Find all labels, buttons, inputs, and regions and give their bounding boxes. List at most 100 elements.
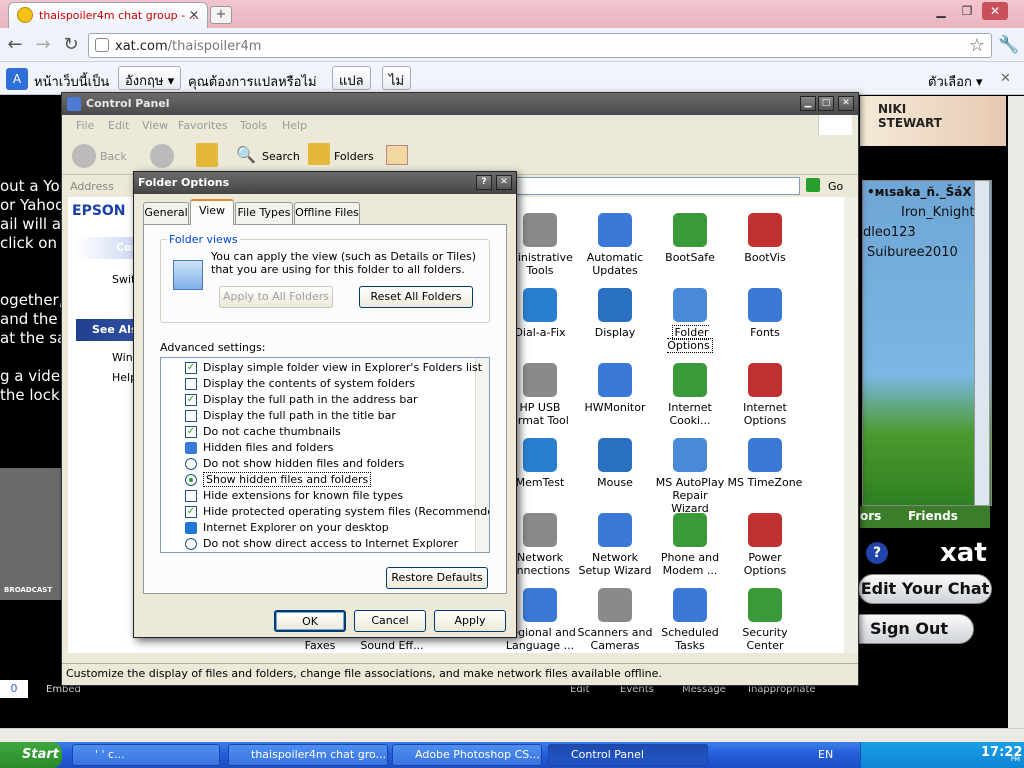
setting-radio[interactable] bbox=[185, 538, 197, 550]
search-icon[interactable]: 🔍 bbox=[236, 145, 256, 164]
setting-checkbox[interactable] bbox=[185, 378, 197, 390]
translate-options[interactable]: ตัวเลือก ▾ bbox=[928, 71, 983, 92]
taskbar-item-active[interactable]: Control Panel bbox=[548, 744, 708, 766]
tab-file-types[interactable]: File Types bbox=[235, 202, 293, 224]
setting-row[interactable]: ✓ Hide protected operating system files (… bbox=[185, 504, 489, 520]
cp-item[interactable]: Scanners and Cameras bbox=[577, 588, 653, 652]
close-translate-icon[interactable]: ✕ bbox=[1000, 71, 1011, 86]
forward-arrow-icon[interactable]: → bbox=[30, 33, 56, 57]
folders-label[interactable]: Folders bbox=[334, 150, 374, 163]
setting-radio[interactable] bbox=[185, 458, 197, 470]
setting-checkbox[interactable]: ✓ bbox=[185, 506, 197, 518]
setting-row[interactable]: Display the contents of system folders bbox=[185, 376, 415, 392]
start-button[interactable]: Start bbox=[0, 742, 62, 768]
setting-row[interactable]: Internet Explorer on your desktop bbox=[185, 520, 389, 536]
help-icon[interactable]: ? bbox=[476, 175, 492, 190]
browser-tab[interactable]: thaispoiler4m chat group - ... ✕ bbox=[8, 2, 208, 28]
taskbar-item[interactable]: ' ' c... bbox=[72, 744, 220, 766]
setting-checkbox[interactable]: ✓ bbox=[185, 394, 197, 406]
back-icon[interactable] bbox=[72, 144, 96, 168]
setting-row[interactable]: Show hidden files and folders bbox=[185, 472, 372, 488]
apply-button[interactable]: Apply bbox=[434, 610, 506, 632]
menu-edit[interactable]: Edit bbox=[108, 119, 129, 132]
forward-icon[interactable] bbox=[150, 144, 174, 168]
edit-chat-button[interactable]: Edit Your Chat bbox=[858, 574, 992, 604]
setting-row[interactable]: ✓ Display the full path in the address ba… bbox=[185, 392, 418, 408]
wrench-icon[interactable]: 🔧 bbox=[996, 33, 1022, 57]
language-indicator[interactable]: EN bbox=[818, 748, 833, 761]
advert-banner[interactable]: NIKI STEWART bbox=[860, 96, 1006, 146]
cancel-button[interactable]: Cancel bbox=[354, 610, 426, 632]
menu-help[interactable]: Help bbox=[282, 119, 307, 132]
setting-radio[interactable] bbox=[185, 474, 197, 486]
language-select[interactable]: อังกฤษ ▾ bbox=[118, 66, 182, 90]
setting-row[interactable]: Do not show direct access to Internet Ex… bbox=[185, 536, 458, 552]
menu-favorites[interactable]: Favorites bbox=[178, 119, 228, 132]
close-window-icon[interactable]: ✕ bbox=[982, 2, 1008, 20]
minimize-icon[interactable]: ▁ bbox=[928, 2, 954, 20]
cp-item[interactable]: MS AutoPlay Repair Wizard bbox=[652, 438, 728, 515]
video-player[interactable]: BROADCAST bbox=[0, 468, 62, 600]
restore-defaults-button[interactable]: Restore Defaults bbox=[386, 567, 488, 589]
cp-item[interactable]: Internet Options bbox=[727, 363, 803, 427]
star-icon[interactable]: ☆ bbox=[969, 35, 985, 56]
tab-offline-files[interactable]: Offline Files bbox=[294, 202, 360, 224]
chat-user[interactable]: •мιѕaka_ñ._ŠáX bbox=[867, 185, 972, 199]
cp-item[interactable]: Mouse bbox=[577, 438, 653, 489]
setting-row[interactable]: Do not show hidden files and folders bbox=[185, 456, 404, 472]
cp-item[interactable]: HWMonitor bbox=[577, 363, 653, 414]
folder-options-titlebar[interactable]: Folder Options ? ✕ bbox=[134, 172, 516, 194]
go-button[interactable]: Go bbox=[828, 180, 843, 193]
cp-item[interactable]: Power Options bbox=[727, 513, 803, 577]
chat-user[interactable]: Iron_Knight bbox=[901, 205, 975, 220]
cp-item[interactable]: BootVis bbox=[727, 213, 803, 264]
cp-item[interactable]: Security Center bbox=[727, 588, 803, 652]
setting-checkbox[interactable]: ✓ bbox=[185, 426, 197, 438]
minimize-icon[interactable]: ▁ bbox=[800, 96, 816, 111]
go-arrow-icon[interactable] bbox=[806, 178, 820, 192]
no-translate-button[interactable]: ไม่ bbox=[382, 66, 412, 90]
maximize-icon[interactable]: □ bbox=[818, 96, 834, 111]
translate-button[interactable]: แปล bbox=[332, 66, 371, 90]
chat-user[interactable]: dleo123 bbox=[863, 225, 916, 240]
setting-row[interactable]: ✓ Display simple folder view in Explorer'… bbox=[185, 360, 482, 376]
views-icon[interactable] bbox=[386, 145, 408, 165]
page-scrollbar[interactable] bbox=[1008, 96, 1024, 728]
folders-icon[interactable] bbox=[308, 143, 330, 165]
setting-row[interactable]: Hidden files and folders bbox=[185, 440, 333, 456]
visitors-tab[interactable]: ors bbox=[860, 509, 881, 523]
close-icon[interactable]: ✕ bbox=[496, 175, 512, 190]
control-panel-scrollbar[interactable] bbox=[844, 197, 858, 653]
tab-view[interactable]: View bbox=[190, 199, 234, 225]
taskbar-item[interactable]: thaispoiler4m chat gro... bbox=[228, 744, 388, 766]
taskbar-item[interactable]: Adobe Photoshop CS... bbox=[392, 744, 542, 766]
reload-icon[interactable]: ↻ bbox=[58, 33, 84, 57]
sign-out-button[interactable]: Sign Out bbox=[844, 614, 974, 644]
menu-tools[interactable]: Tools bbox=[240, 119, 267, 132]
address-field[interactable] bbox=[516, 177, 800, 195]
page-horizontal-scrollbar[interactable] bbox=[0, 728, 1024, 742]
cp-item[interactable]: Automatic Updates bbox=[577, 213, 653, 277]
up-folder-icon[interactable] bbox=[196, 143, 218, 167]
setting-checkbox[interactable] bbox=[185, 410, 197, 422]
advanced-settings-scrollbar[interactable] bbox=[475, 358, 489, 552]
restore-icon[interactable]: ❐ bbox=[954, 2, 980, 20]
cp-item[interactable]: Internet Cooki... bbox=[652, 363, 728, 427]
cp-item[interactable]: Folder Options bbox=[652, 288, 728, 353]
setting-row[interactable]: Display the full path in the title bar bbox=[185, 408, 396, 424]
chat-scrollbar[interactable] bbox=[974, 180, 990, 506]
cp-item[interactable]: BootSafe bbox=[652, 213, 728, 264]
cp-item[interactable]: Phone and Modem ... bbox=[652, 513, 728, 577]
friends-tab[interactable]: Friends bbox=[908, 509, 958, 523]
menu-view[interactable]: View bbox=[142, 119, 168, 132]
search-label[interactable]: Search bbox=[262, 150, 300, 163]
cp-item[interactable]: Scheduled Tasks bbox=[652, 588, 728, 652]
setting-checkbox[interactable]: ✓ bbox=[185, 362, 197, 374]
setting-row[interactable]: Hide extensions for known file types bbox=[185, 488, 403, 504]
cp-item[interactable]: Display bbox=[577, 288, 653, 339]
menu-file[interactable]: File bbox=[76, 119, 94, 132]
switch-view-link[interactable]: Swit bbox=[112, 273, 135, 286]
close-icon[interactable]: ✕ bbox=[838, 96, 854, 111]
close-tab-icon[interactable]: ✕ bbox=[189, 8, 199, 22]
back-arrow-icon[interactable]: ← bbox=[2, 33, 28, 57]
